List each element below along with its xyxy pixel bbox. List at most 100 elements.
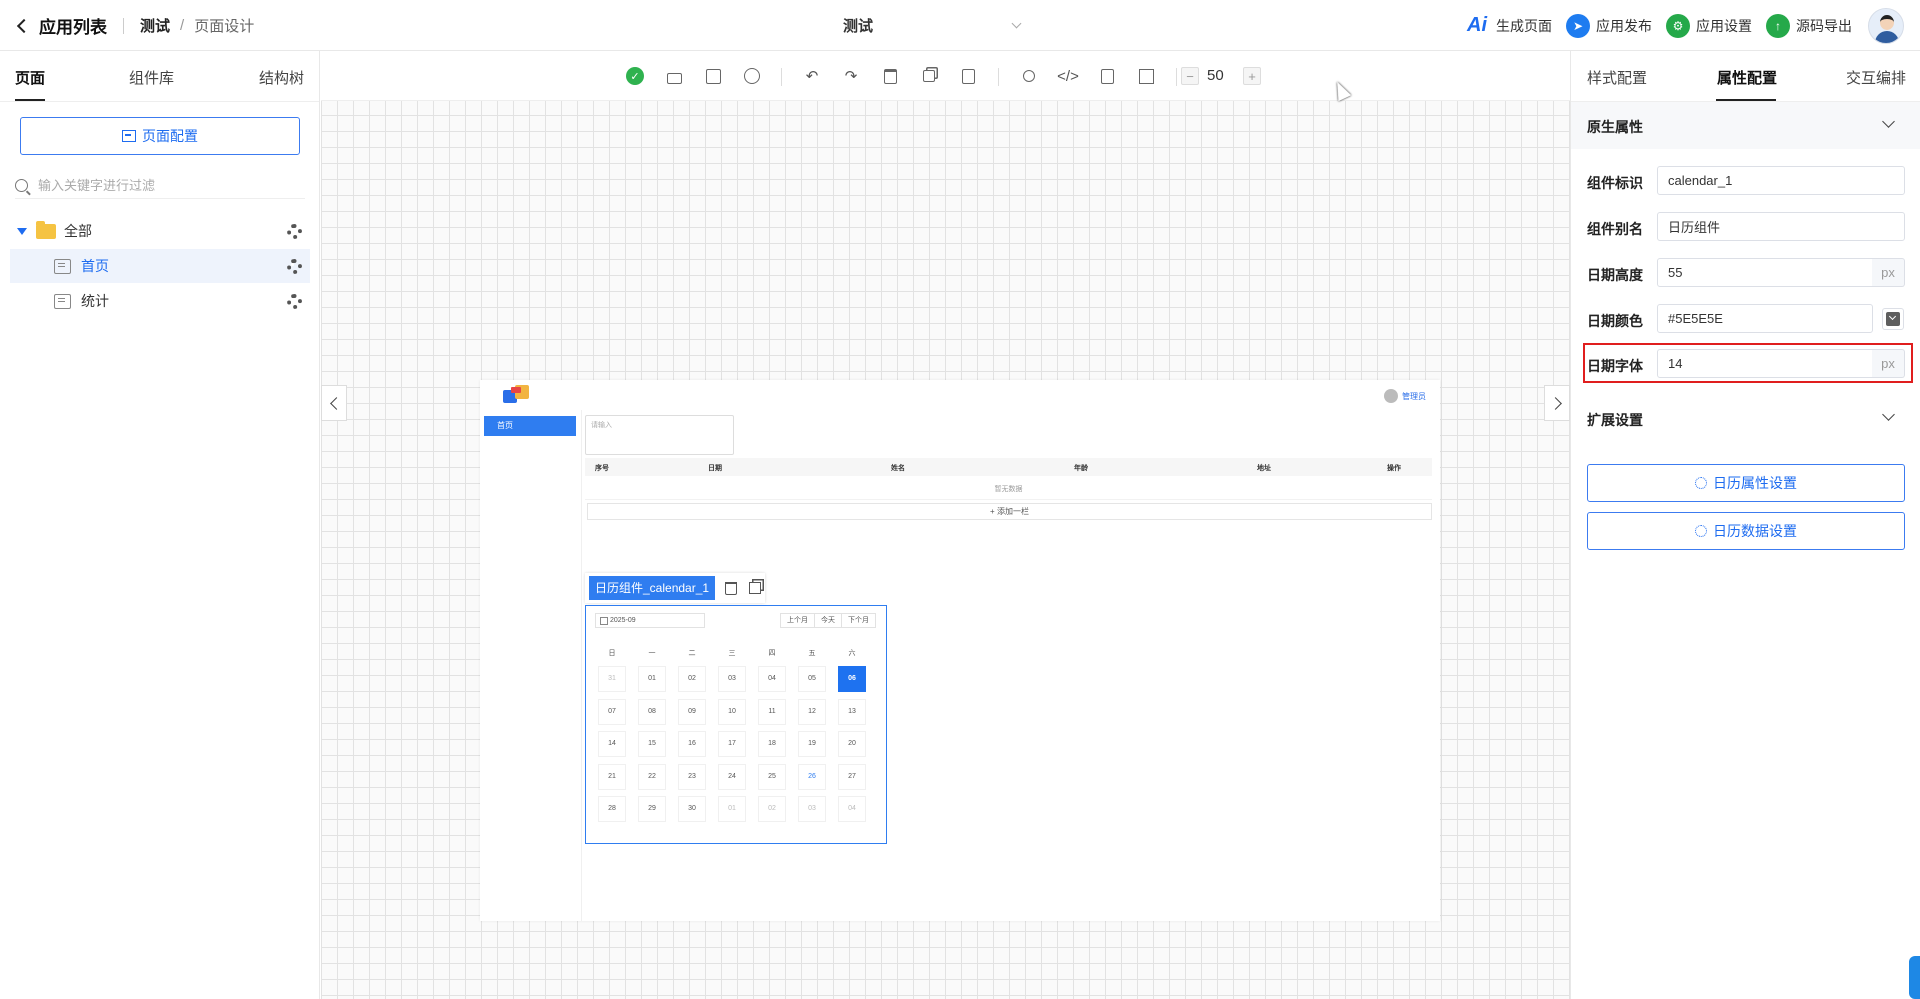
date-color-input[interactable]	[1657, 304, 1873, 333]
copy-icon[interactable]	[749, 582, 762, 594]
code-icon[interactable]: </>	[1057, 67, 1079, 85]
publish-app-button[interactable]: ➤ 应用发布	[1566, 13, 1652, 38]
date-height-input[interactable]	[1657, 258, 1873, 287]
calendar-component[interactable]: 2025-09 上个月 今天 下个月 日 一 二 三 四 五 六 31 01 02 03 04 05 06…	[585, 605, 887, 844]
calendar-day-cell[interactable]: 17	[718, 731, 746, 757]
page-config-button[interactable]: 页面配置	[20, 117, 300, 155]
preview-eye-icon[interactable]	[1020, 67, 1038, 85]
calendar-day-cell[interactable]: 05	[798, 666, 826, 692]
tree-item-stats[interactable]: 统计	[10, 284, 310, 318]
component-id-input[interactable]	[1657, 166, 1905, 195]
calendar-day-cell[interactable]: 13	[838, 698, 866, 725]
calendar-day-cell[interactable]: 24	[718, 763, 746, 790]
document-check-icon[interactable]	[1098, 67, 1116, 85]
section-native-props[interactable]: 原生属性	[1571, 102, 1920, 149]
export-source-button[interactable]: ↑ 源码导出	[1766, 13, 1852, 38]
save-icon[interactable]	[704, 67, 722, 85]
add-row-button[interactable]: + 添加一栏	[587, 503, 1432, 520]
calendar-day-cell[interactable]: 03	[798, 796, 826, 822]
calendar-day-cell[interactable]: 06	[838, 666, 866, 692]
tab-structure-tree[interactable]: 结构树	[259, 67, 304, 88]
unlock-icon[interactable]	[665, 67, 683, 85]
prev-month-button[interactable]: 上个月	[780, 613, 815, 628]
calendar-tag-label[interactable]: 日历组件_calendar_1	[589, 576, 716, 600]
preview-textarea[interactable]: 请输入	[585, 415, 734, 455]
calendar-day-cell[interactable]: 31	[598, 666, 626, 692]
tree-filter-input[interactable]	[38, 178, 288, 193]
calendar-day-cell[interactable]: 29	[638, 796, 666, 822]
app-settings-button[interactable]: ⚙ 应用设置	[1666, 13, 1752, 38]
calendar-day-cell[interactable]: 04	[758, 666, 786, 692]
calendar-day-cell[interactable]: 18	[758, 731, 786, 757]
calendar-day-cell[interactable]: 01	[718, 796, 746, 822]
tab-components[interactable]: 组件库	[129, 67, 174, 88]
calendar-day-cell[interactable]: 26	[798, 763, 826, 790]
preview-nav-item-home[interactable]: 首页	[484, 416, 576, 436]
calendar-day-cell[interactable]: 02	[758, 796, 786, 822]
calendar-day-cell[interactable]: 22	[638, 763, 666, 790]
calendar-day-cell[interactable]: 23	[678, 763, 706, 790]
undo-icon[interactable]: ↶	[803, 67, 821, 85]
calendar-day-cell[interactable]: 28	[598, 796, 626, 822]
trash-icon[interactable]	[725, 581, 738, 595]
calendar-day-cell[interactable]: 09	[678, 698, 706, 725]
check-circle-icon[interactable]: ✓	[626, 67, 644, 85]
gear-icon[interactable]	[287, 258, 302, 274]
calendar-day-cell[interactable]: 14	[598, 731, 626, 757]
crumb-app[interactable]: 测试	[140, 15, 170, 36]
caret-down-icon[interactable]	[17, 227, 27, 235]
calendar-day-cell[interactable]: 30	[678, 796, 706, 822]
copy-icon[interactable]	[920, 67, 938, 85]
calendar-day-cell[interactable]: 27	[838, 763, 866, 790]
calendar-day-cell[interactable]: 25	[758, 763, 786, 790]
next-month-button[interactable]: 下个月	[841, 613, 876, 628]
color-picker[interactable]	[1882, 308, 1904, 330]
collapse-left-button[interactable]	[321, 385, 347, 421]
calendar-day-cell[interactable]: 21	[598, 763, 626, 790]
calendar-day-cell[interactable]: 19	[798, 731, 826, 757]
calendar-day-cell[interactable]: 12	[798, 698, 826, 725]
gear-icon[interactable]	[287, 223, 302, 239]
calendar-day-cell[interactable]: 11	[758, 698, 786, 725]
crosshair-icon[interactable]	[743, 67, 761, 85]
crop-frame-icon[interactable]	[1137, 67, 1155, 85]
component-alias-input[interactable]	[1657, 212, 1905, 241]
app-selector[interactable]: 测试	[843, 0, 1022, 51]
tree-item-all[interactable]: 全部	[10, 214, 310, 248]
preview-user[interactable]: 管理员	[1384, 389, 1426, 403]
page-preview[interactable]: 管理员 首页 请输入 序号 日期 姓名 年龄 地址 操作 暂无数据 + 添加一栏…	[480, 380, 1440, 921]
calendar-day-cell[interactable]: 10	[718, 698, 746, 725]
calendar-data-button[interactable]: 日历数据设置	[1587, 512, 1905, 550]
calendar-day-cell[interactable]: 08	[638, 698, 666, 725]
app-list-link[interactable]: 应用列表	[39, 13, 107, 38]
tab-style-config[interactable]: 样式配置	[1587, 67, 1647, 88]
section-extended[interactable]: 扩展设置	[1571, 395, 1920, 442]
calendar-month-picker[interactable]: 2025-09	[595, 613, 705, 628]
tree-item-home[interactable]: 首页	[10, 249, 310, 283]
calendar-day-cell[interactable]: 04	[838, 796, 866, 822]
tab-interaction[interactable]: 交互编排	[1846, 67, 1906, 88]
calendar-day-cell[interactable]: 03	[718, 666, 746, 692]
gear-icon[interactable]	[287, 293, 302, 309]
calendar-props-button[interactable]: 日历属性设置	[1587, 464, 1905, 502]
user-avatar[interactable]	[1868, 7, 1904, 44]
collapse-right-button[interactable]	[1544, 385, 1570, 421]
calendar-day-cell[interactable]: 01	[638, 666, 666, 692]
today-button[interactable]: 今天	[814, 613, 842, 628]
tab-pages[interactable]: 页面	[15, 67, 45, 88]
zoom-out-button[interactable]: −	[1181, 67, 1199, 85]
calendar-day-cell[interactable]: 16	[678, 731, 706, 757]
zoom-in-button[interactable]: +	[1243, 67, 1261, 85]
back-chevron-icon[interactable]	[16, 18, 32, 33]
tab-property-config[interactable]: 属性配置	[1717, 67, 1777, 88]
delete-icon[interactable]	[881, 67, 899, 85]
scrollbar-thumb[interactable]	[1909, 956, 1920, 999]
calendar-day-cell[interactable]: 20	[838, 731, 866, 757]
paste-icon[interactable]	[959, 67, 977, 85]
calendar-day-cell[interactable]: 02	[678, 666, 706, 692]
generate-page-button[interactable]: Ai 生成页面	[1464, 14, 1552, 38]
calendar-day-cell[interactable]: 07	[598, 698, 626, 725]
calendar-day-cell[interactable]: 15	[638, 731, 666, 757]
design-canvas[interactable]: ✓ ↶ ↷ </> − 50 + 管理员 首页 请输入 序号 日期 姓名 年龄 …	[321, 51, 1570, 999]
redo-icon[interactable]: ↷	[842, 67, 860, 85]
